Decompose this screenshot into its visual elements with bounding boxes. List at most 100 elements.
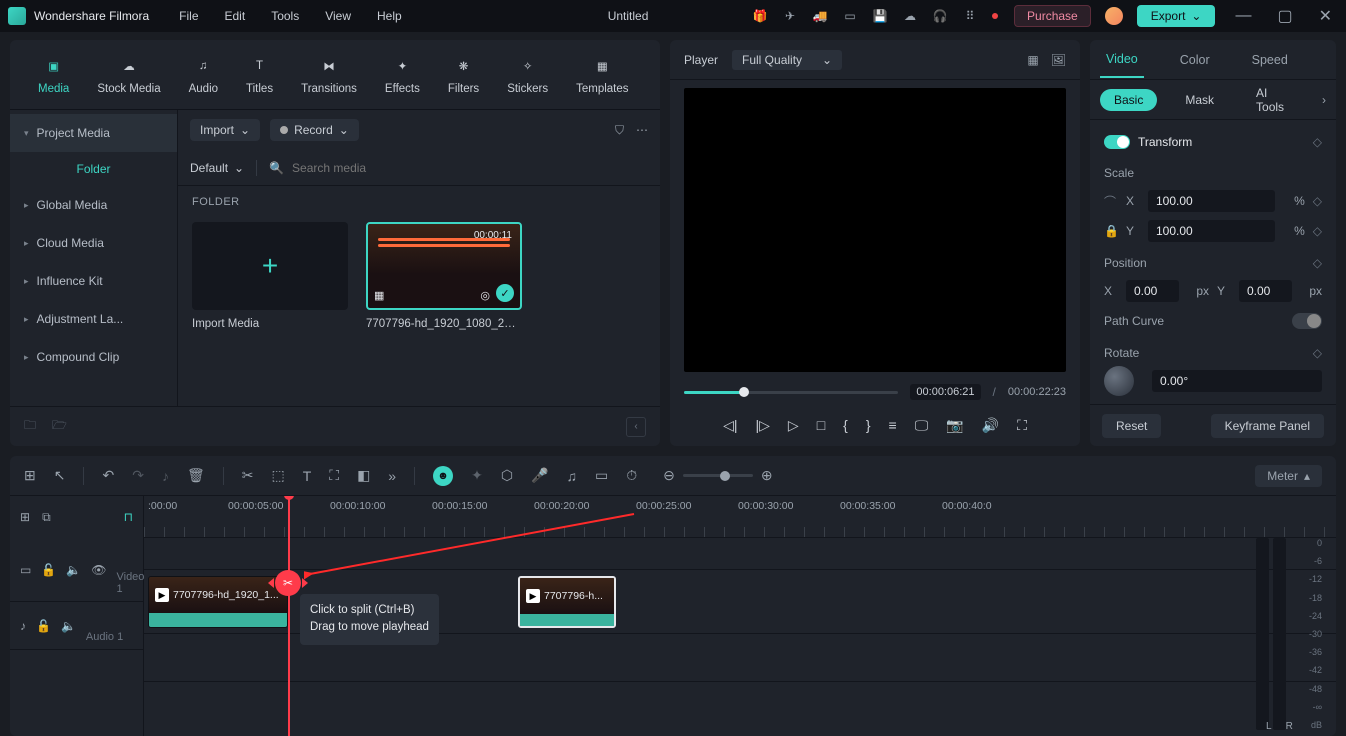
keyframe-icon[interactable]: ◇ [1313,346,1322,360]
mute-icon[interactable]: 🔈 [61,619,76,633]
tab-titles[interactable]: TTitles [246,55,273,95]
subtab-ai-tools[interactable]: AI Tools [1242,82,1308,118]
mute-icon[interactable]: 🔈 [66,563,81,577]
ai-face-icon[interactable]: ☻ [433,466,453,486]
keyframe-icon[interactable]: ◇ [1313,256,1322,270]
tab-filters[interactable]: ❋Filters [448,55,479,95]
filter-icon[interactable]: ⛉ [615,123,624,138]
timeline-clip-2[interactable]: ▶7707796-h... [518,576,616,628]
cloud-icon[interactable]: ☁ [902,8,918,24]
pos-y-field[interactable]: 0.00 [1239,280,1292,302]
sidebar-cloud-media[interactable]: ▸Cloud Media [10,224,177,262]
lock-icon[interactable]: 🔓 [36,619,51,633]
import-button[interactable]: Import⌄ [190,119,260,141]
chevron-right-icon[interactable]: › [1322,93,1326,107]
menu-file[interactable]: File [179,9,198,23]
text-icon[interactable]: T [303,468,312,484]
scissors-icon[interactable]: ✂ [242,467,254,484]
more-icon[interactable]: ⋯ [636,123,648,138]
sidebar-influence-kit[interactable]: ▸Influence Kit [10,262,177,300]
color-icon[interactable]: ◧ [357,467,370,484]
scale-x-field[interactable]: 100.00 [1148,190,1275,212]
cursor-icon[interactable]: ↖ [54,467,66,484]
gift-icon[interactable]: 🎁 [752,8,768,24]
play-icon[interactable]: ▷ [788,417,799,434]
tab-speed[interactable]: Speed [1246,43,1294,77]
player-viewport[interactable] [684,88,1066,372]
menu-edit[interactable]: Edit [225,9,246,23]
delete-icon[interactable]: 🗑 [187,467,205,484]
speed-icon[interactable]: ⏱ [626,467,637,484]
transform-toggle[interactable] [1104,135,1130,149]
rotate-field[interactable]: 0.00° [1152,370,1322,392]
layout-icon[interactable]: ⊞ [24,467,36,484]
purchase-button[interactable]: Purchase [1014,5,1091,27]
next-frame-icon[interactable]: |▷ [756,417,770,434]
menu-help[interactable]: Help [377,9,402,23]
search-input[interactable] [292,161,648,175]
add-track-icon[interactable]: ⊞ [20,510,30,524]
import-media-card[interactable]: + Import Media [192,222,348,330]
save-icon[interactable]: 💾 [872,8,888,24]
pos-x-field[interactable]: 0.00 [1126,280,1179,302]
minimize-button[interactable]: — [1229,7,1257,25]
snapshot-icon[interactable]: 🖼 [1051,53,1066,67]
menu-view[interactable]: View [325,9,351,23]
rotate-dial[interactable] [1104,366,1134,396]
apps-icon[interactable]: ⠿ [962,8,978,24]
sidebar-compound-clip[interactable]: ▸Compound Clip [10,338,177,376]
sidebar-folder[interactable]: Folder [10,152,177,186]
timeline-tracks[interactable]: :00:00 00:00:05:00 00:00:10:00 00:00:15:… [144,496,1336,736]
lock-icon[interactable]: 🔓 [41,563,56,577]
music-icon[interactable]: ♪ [162,468,169,484]
visible-icon[interactable]: 👁 [91,563,106,577]
undo-icon[interactable]: ↶ [102,467,114,484]
tab-stock-media[interactable]: ☁Stock Media [97,55,160,95]
display-icon[interactable]: 🖵 [915,417,929,434]
sidebar-adjustment-layer[interactable]: ▸Adjustment La... [10,300,177,338]
split-handle[interactable]: ✂ [275,570,301,596]
close-button[interactable]: ✕ [1313,6,1338,26]
zoom-in-icon[interactable]: ⊕ [761,467,773,484]
tracking-icon[interactable]: ⛶ [329,467,339,484]
keyframe-icon[interactable]: ◇ [1313,135,1322,149]
scale-y-field[interactable]: 100.00 [1148,220,1275,242]
export-button[interactable]: Export⌄ [1137,5,1216,27]
timeline-ruler[interactable]: :00:00 00:00:05:00 00:00:10:00 00:00:15:… [144,496,1336,538]
media-clip-card[interactable]: 00:00:11 ▦ ◎ ✓ 7707796-hd_1920_1080_25fp… [366,222,522,330]
user-avatar[interactable] [1105,7,1123,25]
keyframe-icon[interactable]: ◇ [1313,224,1322,238]
reset-button[interactable]: Reset [1102,414,1161,438]
collapse-toggle[interactable]: ‹ [626,417,646,437]
meter-dropdown[interactable]: Meter▴ [1255,465,1322,487]
sparkle-icon[interactable]: ✦ [471,467,483,484]
timeline-clip-1[interactable]: ▶7707796-hd_1920_1... [148,576,288,628]
shield-icon[interactable]: ⬡ [501,467,513,484]
more-tools-icon[interactable]: » [388,468,396,484]
tab-media[interactable]: ▣Media [38,55,69,95]
frame-icon[interactable]: ▭ [595,467,608,484]
lock-icon[interactable]: 🔒 [1104,224,1118,238]
zoom-slider[interactable] [683,474,753,477]
tab-stickers[interactable]: ✧Stickers [507,55,548,95]
note-icon[interactable]: ♫ [567,468,578,484]
stop-icon[interactable]: □ [817,417,825,433]
prev-frame-icon[interactable]: ◁| [723,417,737,434]
sidebar-global-media[interactable]: ▸Global Media [10,186,177,224]
truck-icon[interactable]: 🚚 [812,8,828,24]
fullscreen-icon[interactable]: ⛶ [1017,417,1027,434]
subtab-mask[interactable]: Mask [1171,89,1228,111]
tab-video[interactable]: Video [1100,42,1144,78]
tab-templates[interactable]: ▦Templates [576,55,628,95]
record-button[interactable]: Record⌄ [270,119,359,141]
monitor-icon[interactable]: ▭ [842,8,858,24]
camera-icon[interactable]: 📷 [946,417,963,434]
scrub-slider[interactable] [684,391,898,394]
tab-audio[interactable]: ♫Audio [189,55,218,95]
video-track[interactable] [144,538,1336,570]
zoom-out-icon[interactable]: ⊖ [663,467,675,484]
tab-effects[interactable]: ✦Effects [385,55,420,95]
list-icon[interactable]: ≡ [889,417,897,433]
new-folder-icon[interactable]: 🗀 [24,416,36,437]
mic-icon[interactable]: 🎤 [531,467,548,484]
